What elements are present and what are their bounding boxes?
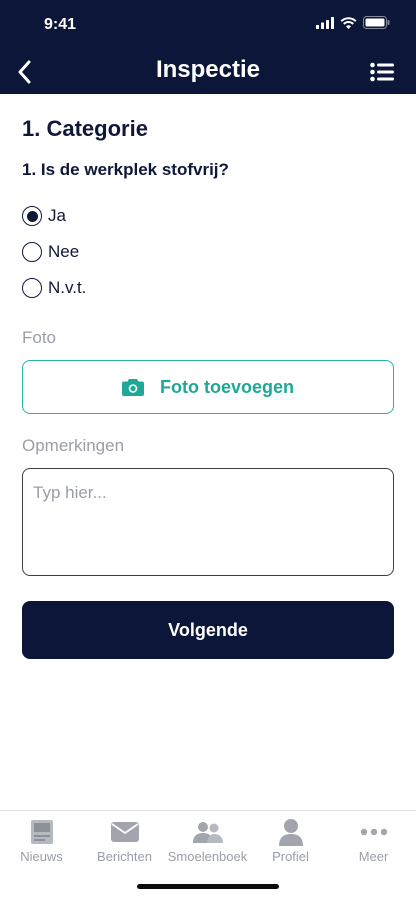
radio-label: N.v.t.: [48, 278, 87, 297]
add-photo-label: Foto toevoegen: [160, 376, 294, 397]
radio-label: Ja: [48, 206, 66, 225]
battery-icon: [363, 16, 390, 29]
status-time: 9:41: [44, 16, 77, 33]
radio-unselected-icon: [22, 242, 42, 262]
tab-label: Profiel: [272, 849, 309, 864]
radio-option-nvt[interactable]: N.v.t.: [22, 270, 394, 306]
add-photo-button[interactable]: Foto toevoegen: [22, 360, 394, 414]
page-title: Inspectie: [155, 56, 261, 83]
tab-nieuws[interactable]: Nieuws: [0, 817, 83, 864]
tab-meer[interactable]: Meer: [332, 817, 415, 864]
wifi-icon: [340, 16, 357, 29]
radio-selected-icon: [22, 206, 42, 226]
signal-icon: [316, 16, 334, 29]
list-icon: [370, 62, 394, 82]
radio-option-nee[interactable]: Nee: [22, 234, 394, 270]
tab-label: Smoelenboek: [167, 849, 248, 864]
tab-profiel[interactable]: Profiel: [249, 817, 332, 864]
radio-label: Nee: [48, 242, 80, 261]
remarks-input[interactable]: [22, 468, 394, 576]
people-icon: [192, 822, 223, 843]
radio-option-ja[interactable]: Ja: [22, 198, 394, 234]
radio-unselected-icon: [22, 278, 42, 298]
remarks-label: Opmerkingen: [22, 436, 125, 455]
camera-icon: [122, 379, 144, 396]
section-title: 1. Categorie: [22, 116, 148, 141]
envelope-icon: [110, 822, 139, 842]
question-text: 1. Is de werkplek stofvrij?: [22, 160, 229, 179]
person-icon: [278, 819, 303, 846]
tab-label: Berichten: [97, 849, 152, 864]
photo-label: Foto: [22, 328, 57, 347]
home-indicator[interactable]: [137, 884, 279, 889]
inspection-form: 1. Categorie 1. Is de werkplek stofvrij?…: [22, 116, 394, 659]
more-icon: [360, 828, 387, 836]
newspaper-icon: [30, 820, 53, 844]
next-button[interactable]: Volgende: [22, 601, 394, 659]
status-icons: [316, 16, 390, 29]
tab-berichten[interactable]: Berichten: [83, 817, 166, 864]
tab-label: Meer: [358, 849, 389, 864]
tab-smoelenboek[interactable]: Smoelenboek: [166, 817, 249, 864]
tab-label: Nieuws: [20, 849, 63, 864]
app-header: 9:41 Inspectie: [0, 0, 416, 94]
list-menu-button[interactable]: [368, 58, 396, 86]
